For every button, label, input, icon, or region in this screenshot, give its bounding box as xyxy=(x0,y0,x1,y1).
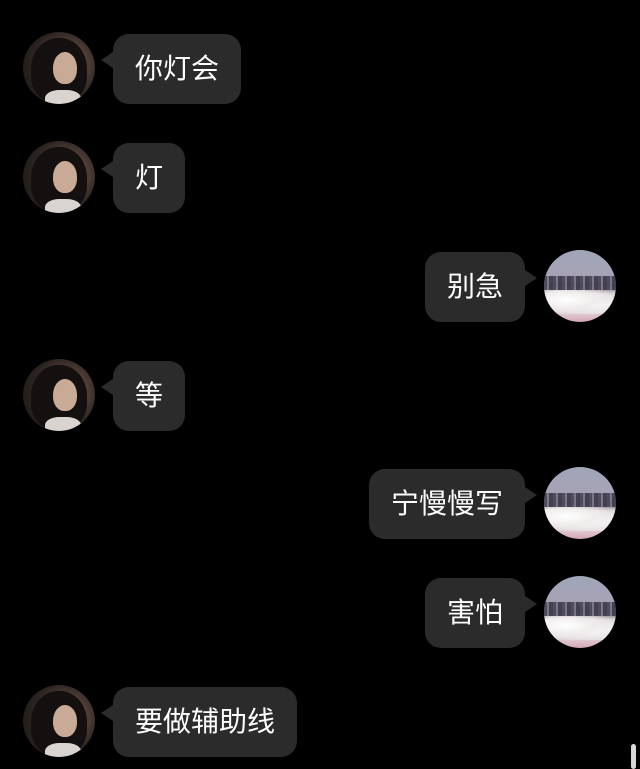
self-avatar[interactable] xyxy=(544,467,616,539)
message-text: 宁慢慢写 xyxy=(390,487,503,520)
contact-avatar[interactable] xyxy=(23,685,95,757)
self-avatar[interactable] xyxy=(544,250,616,322)
message-bubble-incoming[interactable]: 等 xyxy=(100,361,186,431)
avatar-skyline xyxy=(544,602,616,616)
avatar-face xyxy=(53,52,77,84)
message-text: 别急 xyxy=(446,270,503,303)
message-text: 灯 xyxy=(135,161,164,194)
message-text: 要做辅助线 xyxy=(135,705,276,738)
message-bubble-outgoing[interactable]: 别急 xyxy=(424,252,538,322)
avatar-collar xyxy=(45,199,81,213)
message-bubble-outgoing[interactable]: 宁慢慢写 xyxy=(368,469,538,539)
message-row: 宁慢慢写 xyxy=(0,467,640,547)
avatar-face xyxy=(53,379,77,411)
message-text: 害怕 xyxy=(446,596,503,629)
avatar-collar xyxy=(45,417,81,431)
scrollbar-thumb[interactable] xyxy=(631,744,636,769)
avatar-face xyxy=(53,161,77,193)
message-row: 等 xyxy=(0,359,640,439)
message-row: 灯 xyxy=(0,141,640,221)
avatar-cloud xyxy=(544,616,616,640)
message-row: 别急 xyxy=(0,250,640,330)
self-avatar[interactable] xyxy=(544,576,616,648)
message-bubble-incoming[interactable]: 要做辅助线 xyxy=(100,687,298,757)
message-bubble-outgoing[interactable]: 害怕 xyxy=(424,578,538,648)
avatar-cloud xyxy=(544,507,616,531)
avatar-face xyxy=(53,705,77,737)
contact-avatar[interactable] xyxy=(23,141,95,213)
message-text: 等 xyxy=(135,379,164,412)
avatar-skyline xyxy=(544,276,616,290)
avatar-collar xyxy=(45,743,81,757)
contact-avatar[interactable] xyxy=(23,32,95,104)
message-row: 你灯会 xyxy=(0,32,640,112)
message-row: 害怕 xyxy=(0,576,640,656)
avatar-skyline xyxy=(544,493,616,507)
message-text: 你灯会 xyxy=(135,52,220,85)
contact-avatar[interactable] xyxy=(23,359,95,431)
message-row: 要做辅助线 xyxy=(0,685,640,765)
avatar-collar xyxy=(45,90,81,104)
message-bubble-incoming[interactable]: 灯 xyxy=(100,143,186,213)
avatar-cloud xyxy=(544,290,616,314)
message-bubble-incoming[interactable]: 你灯会 xyxy=(100,34,242,104)
